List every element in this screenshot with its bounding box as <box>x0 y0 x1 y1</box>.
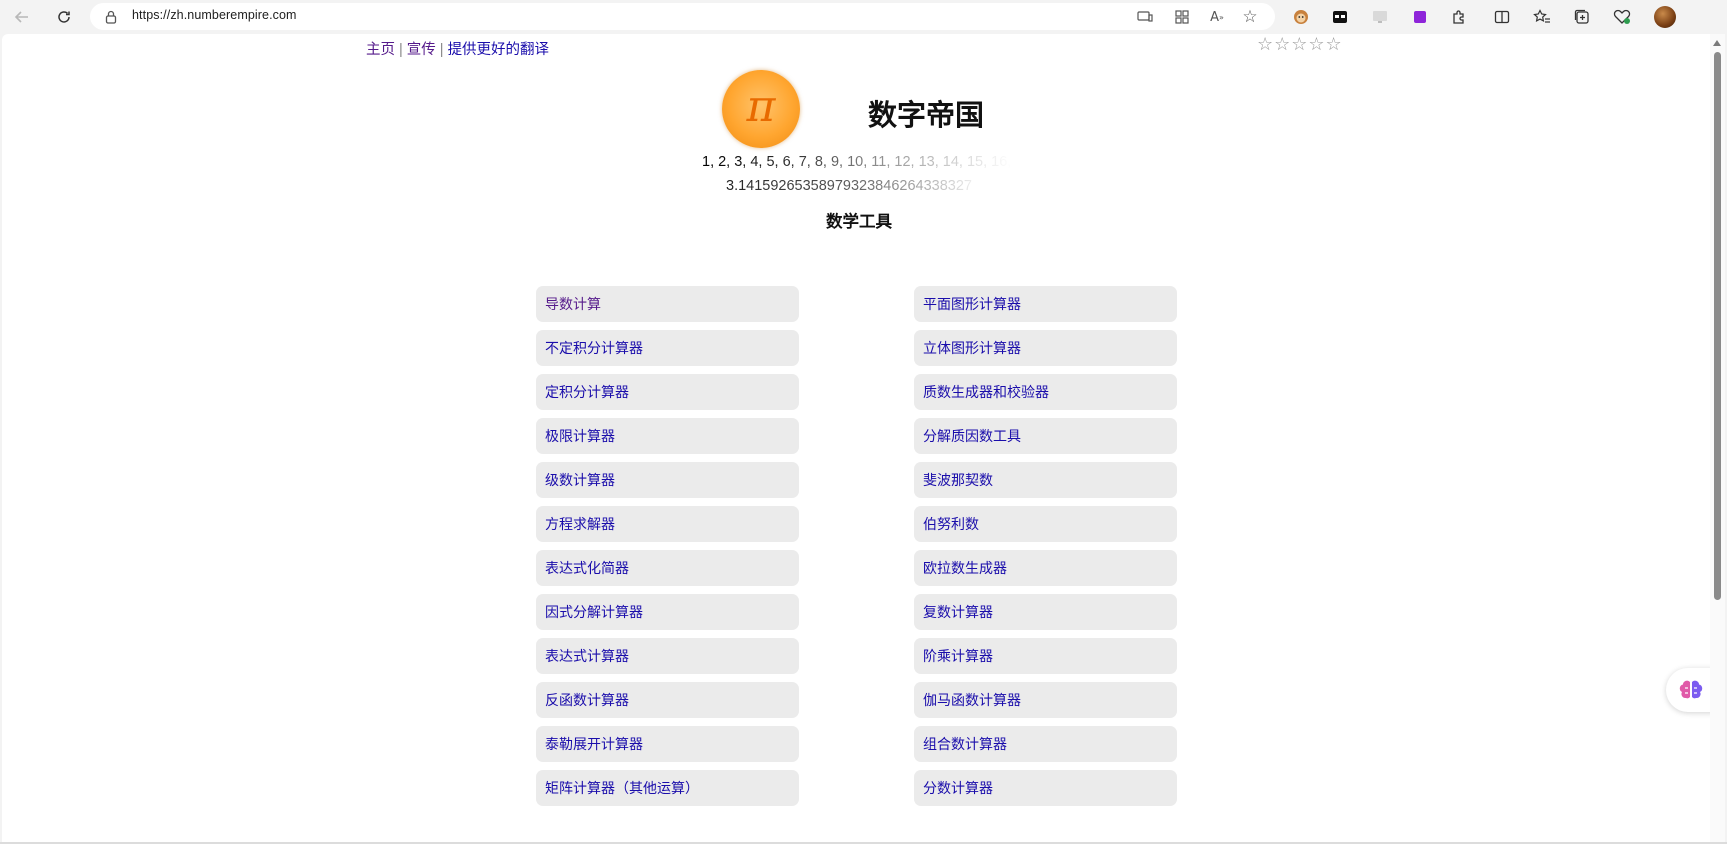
collections-icon[interactable] <box>1570 5 1594 29</box>
scroll-thumb[interactable] <box>1714 52 1721 600</box>
back-icon[interactable] <box>8 4 36 30</box>
puzzle-extensions-icon[interactable] <box>1447 5 1471 29</box>
page-viewport: 主页 | 宣传 | 提供更好的翻译 ☆☆☆☆☆ π 数字帝国 1, 2, 3, 4, 5… <box>2 34 1710 842</box>
nav-separator: | <box>399 42 403 58</box>
split-screen-icon[interactable] <box>1490 5 1514 29</box>
translate-link[interactable]: 提供更好的翻译 <box>448 42 550 58</box>
favorite-star-icon[interactable]: ☆ <box>1240 7 1260 27</box>
tool-link-fraction[interactable]: 分数计算器 <box>914 770 1177 806</box>
tool-link-factorial[interactable]: 阶乘计算器 <box>914 638 1177 674</box>
tool-link-series[interactable]: 级数计算器 <box>536 462 799 498</box>
tool-link-euler[interactable]: 欧拉数生成器 <box>914 550 1177 586</box>
home-link[interactable]: 主页 <box>366 42 395 58</box>
monkey-extension-icon[interactable] <box>1289 5 1313 29</box>
nav-separator: | <box>439 42 444 58</box>
health-icon[interactable] <box>1610 5 1634 29</box>
rating-stars[interactable]: ☆☆☆☆☆ <box>1257 34 1343 55</box>
tool-link-limit[interactable]: 极限计算器 <box>536 418 799 454</box>
promote-link[interactable]: 宣传 <box>407 42 436 58</box>
url-text[interactable]: https://zh.numberempire.com <box>132 8 297 22</box>
tool-link-fibonacci[interactable]: 斐波那契数 <box>914 462 1177 498</box>
brain-icon <box>1679 680 1703 699</box>
tool-link-solid-geometry[interactable]: 立体图形计算器 <box>914 330 1177 366</box>
browser-toolbar: https://zh.numberempire.com A» ☆ <box>0 0 1727 34</box>
tool-link-plane-geometry[interactable]: 平面图形计算器 <box>914 286 1177 322</box>
pi-digits: 3.14159265358979323846264338327 <box>726 178 986 194</box>
tool-link-equation-solver[interactable]: 方程求解器 <box>536 506 799 542</box>
device-icon[interactable] <box>1135 7 1155 27</box>
tool-link-simplifier[interactable]: 表达式化简器 <box>536 550 799 586</box>
pi-logo[interactable]: π <box>722 70 800 148</box>
tool-link-prime-generator[interactable]: 质数生成器和校验器 <box>914 374 1177 410</box>
tab-extension-icon[interactable] <box>1328 5 1352 29</box>
tool-link-indefinite-integral[interactable]: 不定积分计算器 <box>536 330 799 366</box>
tool-link-inverse-function[interactable]: 反函数计算器 <box>536 682 799 718</box>
tool-link-matrix[interactable]: 矩阵计算器（其他运算） <box>536 770 799 806</box>
refresh-icon[interactable] <box>50 4 78 30</box>
tool-link-expression[interactable]: 表达式计算器 <box>536 638 799 674</box>
scroll-up-arrow[interactable] <box>1713 40 1721 46</box>
tool-link-combination[interactable]: 组合数计算器 <box>914 726 1177 762</box>
number-sequence: 1, 2, 3, 4, 5, 6, 7, 8, 9, 10, 11, 12, 1… <box>702 154 1012 170</box>
tool-link-derivative[interactable]: 导数计算 <box>536 286 799 322</box>
tool-link-definite-integral[interactable]: 定积分计算器 <box>536 374 799 410</box>
screen-extension-icon[interactable] <box>1368 5 1392 29</box>
purple-extension-icon[interactable] <box>1408 5 1432 29</box>
section-title: 数学工具 <box>826 212 892 231</box>
profile-avatar[interactable] <box>1654 6 1676 28</box>
tool-link-complex[interactable]: 复数计算器 <box>914 594 1177 630</box>
tool-link-bernoulli[interactable]: 伯努利数 <box>914 506 1177 542</box>
site-title: 数字帝国 <box>868 98 985 132</box>
address-bar[interactable]: https://zh.numberempire.com A» ☆ <box>90 3 1275 30</box>
top-nav: 主页 | 宣传 | 提供更好的翻译 <box>366 38 549 59</box>
lock-icon[interactable] <box>105 9 117 28</box>
tool-link-factorization[interactable]: 因式分解计算器 <box>536 594 799 630</box>
brain-assistant-button[interactable] <box>1666 668 1716 712</box>
page-scrollbar[interactable] <box>1710 34 1725 842</box>
pi-symbol: π <box>746 80 776 132</box>
favorites-icon[interactable] <box>1530 5 1554 29</box>
read-aloud-icon[interactable]: A» <box>1207 7 1227 27</box>
tool-link-taylor[interactable]: 泰勒展开计算器 <box>536 726 799 762</box>
tool-link-gamma[interactable]: 伽马函数计算器 <box>914 682 1177 718</box>
apps-icon[interactable] <box>1172 7 1192 27</box>
tool-link-prime-factorization[interactable]: 分解质因数工具 <box>914 418 1177 454</box>
